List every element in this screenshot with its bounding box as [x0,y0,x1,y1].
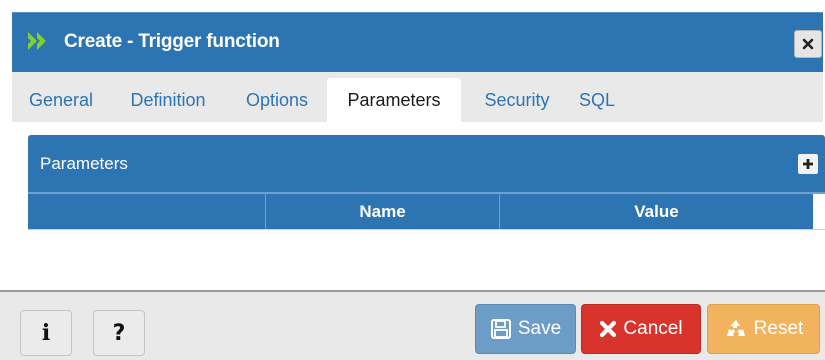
cancel-x-icon [600,320,617,338]
close-icon [802,38,814,50]
reset-button[interactable]: Reset [707,304,820,354]
save-icon [490,319,511,339]
tab-parameters[interactable]: Parameters [327,78,461,122]
parameters-panel-header: Parameters [28,135,825,193]
help-icon: ? [112,320,126,346]
save-label: Save [517,318,562,339]
tab-sql[interactable]: SQL [577,78,617,122]
create-trigger-function-dialog: Create - Trigger function General Defini… [0,0,825,360]
cancel-button[interactable]: Cancel [581,304,701,354]
save-button[interactable]: Save [475,304,576,354]
dialog-footer: i ? Save Cancel Reset [0,290,825,360]
close-button[interactable] [794,30,822,58]
tab-bar: General Definition Options Parameters Se… [12,72,823,122]
recycle-icon [726,320,745,336]
add-parameter-button[interactable] [798,154,818,174]
column-header-blank [28,194,265,229]
info-button[interactable]: i [20,310,72,356]
tab-general[interactable]: General [22,78,100,122]
cancel-label: Cancel [623,318,683,339]
column-header-name[interactable]: Name [266,194,499,229]
parameters-table-body [28,229,825,233]
double-chevron-right-icon [26,30,50,52]
help-button[interactable]: ? [93,310,145,356]
dialog-title: Create - Trigger function [64,31,280,52]
tab-security[interactable]: Security [472,78,562,122]
plus-icon [803,159,813,169]
tab-definition[interactable]: Definition [120,78,216,122]
dialog-titlebar[interactable]: Create - Trigger function [12,12,823,73]
parameters-panel-title: Parameters [40,154,128,173]
tab-options[interactable]: Options [237,78,317,122]
info-icon: i [41,320,51,346]
column-header-value[interactable]: Value [500,194,813,229]
reset-label: Reset [753,318,804,339]
